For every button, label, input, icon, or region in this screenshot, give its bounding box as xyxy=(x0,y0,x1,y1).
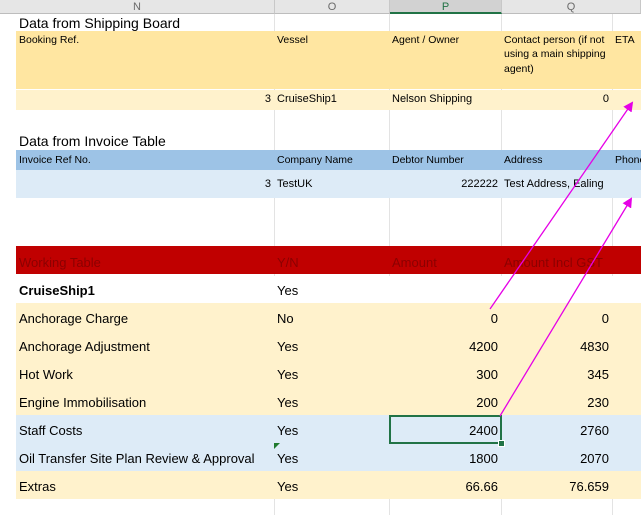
spreadsheet-grid[interactable]: N O P Q Data from Shipping Board Booking… xyxy=(0,0,641,515)
annotation-arrows xyxy=(489,101,634,417)
arrow-staff-costs-to-phone xyxy=(499,197,633,417)
arrow-amount-to-eta xyxy=(489,101,634,310)
